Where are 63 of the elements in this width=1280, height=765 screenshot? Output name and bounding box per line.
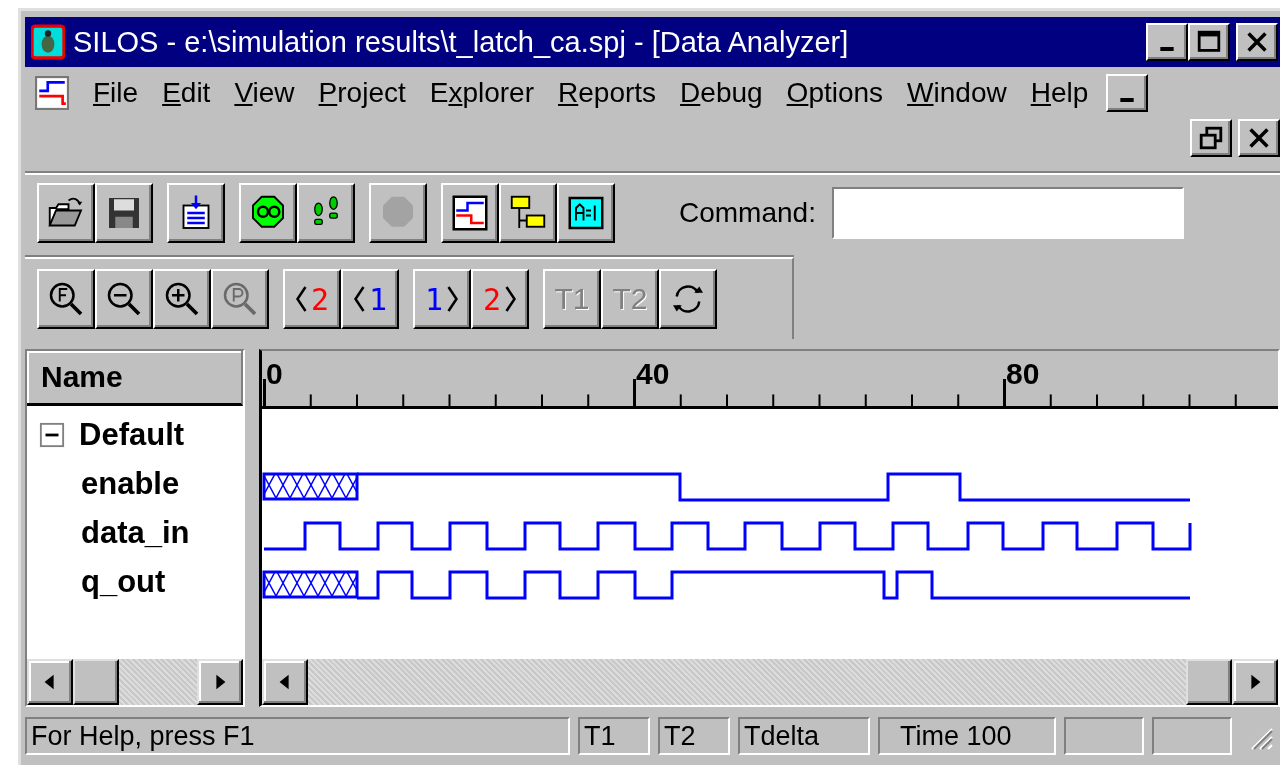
minimize-button[interactable]	[1146, 23, 1188, 61]
restore-icon	[1197, 124, 1225, 152]
footsteps-button[interactable]	[297, 183, 355, 243]
ruler-label: 40	[636, 357, 670, 391]
save-button[interactable]	[95, 183, 153, 243]
command-label: Command:	[679, 197, 816, 229]
waveform-document-icon[interactable]	[33, 76, 71, 110]
menu-item[interactable]: File	[85, 77, 147, 109]
left-chevron-icon	[352, 285, 366, 313]
signal-name[interactable]: enable	[81, 465, 180, 502]
scroll-left-button[interactable]	[27, 659, 73, 705]
menu-item[interactable]: Window	[899, 77, 1015, 109]
right-chevron-icon	[446, 285, 460, 313]
status-pane: T1	[578, 717, 650, 755]
status-pane: For Help, press F1	[25, 717, 570, 755]
hierarchy-button[interactable]	[499, 183, 557, 243]
go-button[interactable]	[239, 183, 297, 243]
open-folder-button[interactable]	[37, 183, 95, 243]
scroll-right-button[interactable]	[197, 659, 243, 705]
maximize-button[interactable]	[1188, 23, 1230, 61]
document-close-button[interactable]	[1238, 119, 1280, 157]
prev-marker-button[interactable]: 1	[341, 269, 399, 329]
left-chevron-icon	[294, 285, 308, 313]
menu-item[interactable]: View	[226, 77, 303, 109]
status-pane: T2	[658, 717, 730, 755]
app-icon	[31, 23, 65, 61]
document-minimize-button[interactable]	[1106, 74, 1149, 112]
menu-item[interactable]: Project	[310, 77, 414, 109]
zoom-in-button[interactable]	[153, 269, 211, 329]
collapse-icon[interactable]	[39, 421, 65, 448]
waveform-button[interactable]	[441, 183, 499, 243]
menu-item[interactable]: Help	[1022, 77, 1097, 109]
refresh-button[interactable]	[659, 269, 717, 329]
window-title: SILOS - e:\simulation results\t_latch_ca.spj - [Data Analyzer]	[73, 25, 850, 59]
right-chevron-icon	[504, 285, 518, 313]
minimize-icon	[1120, 98, 1135, 102]
signal-name[interactable]: q_out	[81, 563, 166, 600]
scroll-thumb[interactable]	[1186, 659, 1232, 705]
scroll-right-button[interactable]	[1232, 659, 1278, 705]
group-name[interactable]: Default	[79, 416, 185, 453]
menu-item[interactable]: Debug	[672, 77, 771, 109]
equation-box-button[interactable]	[557, 183, 615, 243]
minimize-icon	[1160, 47, 1174, 51]
command-field[interactable]	[831, 187, 1184, 239]
document-restore-button[interactable]	[1190, 119, 1232, 157]
ruler-label: 80	[1006, 357, 1040, 391]
next-marker-button[interactable]: 1	[413, 269, 471, 329]
scroll-thumb[interactable]	[73, 659, 119, 705]
status-pane: Tdelta	[738, 717, 870, 755]
close-button[interactable]	[1236, 23, 1278, 61]
zoom-out-button[interactable]	[95, 269, 153, 329]
signal-name[interactable]: data_in	[81, 514, 190, 551]
load-list-button[interactable]	[167, 183, 225, 243]
menu-item[interactable]: Edit	[154, 77, 219, 109]
menu-item[interactable]: Explorer	[421, 77, 542, 109]
menu-item[interactable]: Options	[778, 77, 892, 109]
waveform-icon	[450, 193, 490, 233]
status-pane: Time 100	[878, 717, 1056, 755]
ruler-label: 0	[266, 357, 283, 391]
menu-item[interactable]: Reports	[550, 77, 665, 109]
column-header[interactable]: Name	[27, 351, 243, 406]
scroll-left-button[interactable]	[262, 659, 308, 705]
zoom-fit-button[interactable]	[37, 269, 95, 329]
